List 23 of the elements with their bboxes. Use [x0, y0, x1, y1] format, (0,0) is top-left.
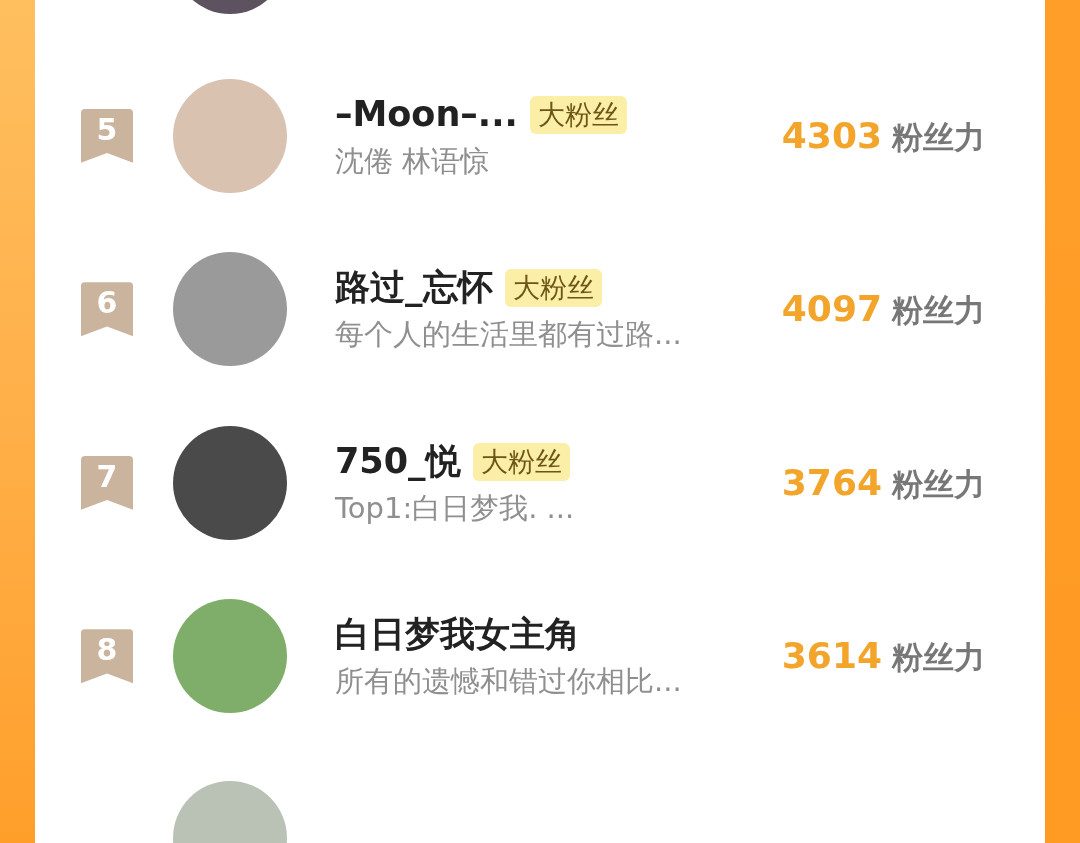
fan-level-badge: 大粉丝	[472, 442, 570, 481]
user-bio: 所有的遗憾和错过你相比...	[335, 663, 683, 700]
fan-power-score: 3764	[781, 460, 882, 505]
fan-power-label: 粉丝力	[892, 638, 985, 678]
rank-ribbon: 6	[81, 282, 133, 337]
user-bio: 沈倦 林语惊	[335, 142, 491, 179]
fan-power-label: 粉丝力	[892, 117, 985, 157]
fan-level-badge: 大粉丝	[504, 269, 602, 307]
user-name[interactable]: 750_悦	[335, 439, 461, 484]
user-name[interactable]: –Moon–...	[335, 92, 518, 137]
user-bio: Top1:白日梦我. ...	[335, 489, 576, 526]
fan-power-label: 粉丝力	[892, 291, 985, 331]
fan-level-badge: 大粉丝	[529, 95, 627, 134]
user-name[interactable]: 路过_忘怀	[335, 266, 493, 310]
fan-power-score: 4303	[781, 113, 882, 158]
fan-power-score: 4097	[781, 287, 882, 332]
user-bio: 每个人的生活里都有过路...	[335, 316, 683, 353]
rank-ribbon: 8	[81, 629, 133, 684]
rank-ribbon: 7	[81, 455, 133, 510]
user-name[interactable]: 白日梦我女主角	[335, 613, 580, 657]
fan-power-label: 粉丝力	[892, 464, 985, 504]
fan-power-score: 3614	[781, 634, 882, 679]
rank-ribbon: 5	[81, 108, 133, 163]
